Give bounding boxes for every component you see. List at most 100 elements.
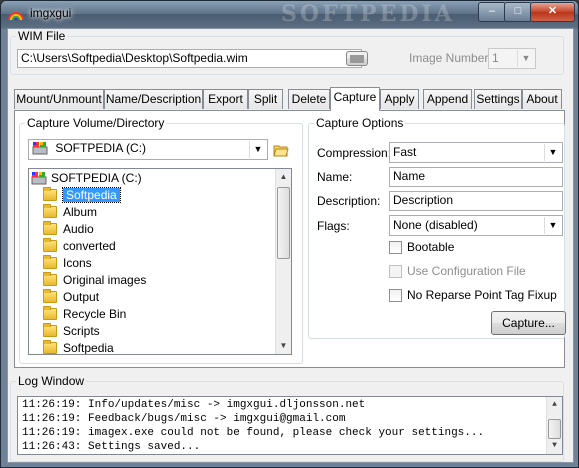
tab-export[interactable]: Export xyxy=(203,89,248,109)
folder-icon xyxy=(43,221,57,235)
flags-label: Flags: xyxy=(317,219,350,233)
drive-select[interactable]: SOFTPEDIA (C:) ▼ xyxy=(28,139,268,160)
drive-select-content: SOFTPEDIA (C:) xyxy=(32,141,146,155)
tree-folder-label: Audio xyxy=(63,222,94,236)
log-line: 11:26:19: Info/updates/misc -> imgxgui.d… xyxy=(22,399,366,411)
no-reparse-label[interactable]: No Reparse Point Tag Fixup xyxy=(407,288,557,302)
bootable-checkbox[interactable] xyxy=(389,241,402,254)
watermark: SOFTPEDIA xyxy=(281,1,455,27)
close-button[interactable]: ✕ xyxy=(530,2,575,22)
app-window: imgxgui SOFTPEDIA – □ ✕ WIM File C:\User… xyxy=(0,0,579,468)
folder-icon xyxy=(43,323,57,337)
description-field[interactable]: Description xyxy=(389,191,563,211)
maximize-button[interactable]: □ xyxy=(504,2,532,22)
description-label: Description: xyxy=(317,194,381,208)
browse-icon xyxy=(350,55,364,63)
tab-mount-unmount[interactable]: Mount/Unmount xyxy=(14,89,104,109)
tree-folder-item[interactable]: Original images xyxy=(43,272,146,289)
tab-capture[interactable]: Capture xyxy=(330,87,380,111)
scroll-thumb[interactable] xyxy=(277,187,290,259)
image-number-value: 1 xyxy=(492,51,499,65)
compression-select[interactable]: Fast ▼ xyxy=(389,142,563,163)
flags-value: None (disabled) xyxy=(393,218,478,232)
bootable-label[interactable]: Bootable xyxy=(407,240,454,254)
directory-tree[interactable]: SOFTPEDIA (C:) Softpedia Album Audio conver… xyxy=(28,168,292,355)
log-line: 11:26:19: imagex.exe could not be found,… xyxy=(22,427,485,439)
log-line: 11:26:19: Feedback/bugs/misc -> imgxgui@… xyxy=(22,413,346,425)
capture-tab-panel: Capture Volume/Directory SOFTPEDIA (C:) … xyxy=(14,110,566,368)
tree-folder-label: Recycle Bin xyxy=(63,307,127,321)
scroll-up-arrow-icon[interactable]: ▲ xyxy=(547,397,562,413)
scroll-thumb[interactable] xyxy=(548,419,561,439)
image-number-label: Image Number: xyxy=(409,51,492,65)
name-label: Name: xyxy=(317,170,353,184)
folder-icon xyxy=(43,255,57,269)
tree-folder-item[interactable]: converted xyxy=(43,238,116,255)
no-reparse-checkbox[interactable] xyxy=(389,289,402,302)
window-title: imgxgui xyxy=(30,6,72,20)
chevron-down-icon: ▼ xyxy=(544,217,561,234)
scroll-up-arrow-icon[interactable]: ▲ xyxy=(276,169,291,185)
tab-name-description[interactable]: Name/Description xyxy=(104,89,203,109)
image-number-select[interactable]: 1 ▼ xyxy=(488,48,536,69)
folder-icon xyxy=(43,306,57,320)
folder-icon xyxy=(43,238,57,252)
capture-button-label: Capture... xyxy=(502,316,555,330)
capture-button[interactable]: Capture... xyxy=(491,311,566,335)
scroll-down-arrow-icon[interactable]: ▼ xyxy=(547,438,562,454)
tab-append[interactable]: Append xyxy=(423,89,472,109)
tree-folder-item[interactable]: Output xyxy=(43,289,99,306)
minimize-button[interactable]: – xyxy=(478,2,506,22)
tab-delete[interactable]: Delete xyxy=(288,89,330,109)
tree-folder-item[interactable]: Softpedia xyxy=(43,340,114,355)
scroll-down-arrow-icon[interactable]: ▼ xyxy=(276,338,291,354)
tab-about[interactable]: About xyxy=(522,89,562,109)
log-scrollbar[interactable]: ▲ ▼ xyxy=(546,397,562,454)
drive-icon xyxy=(32,142,48,155)
tree-root-label: SOFTPEDIA (C:) xyxy=(51,171,142,185)
tree-folder-label: Album xyxy=(63,205,98,219)
client-area: WIM File C:\Users\Softpedia\Desktop\Soft… xyxy=(7,28,574,463)
use-config-label: Use Configuration File xyxy=(407,264,526,278)
tree-folder-label: Softpedia xyxy=(63,341,114,355)
tree-folder-item[interactable]: Recycle Bin xyxy=(43,306,126,323)
log-window-label: Log Window xyxy=(18,374,85,388)
tree-folder-item[interactable]: Icons xyxy=(43,255,92,272)
tab-settings[interactable]: Settings xyxy=(474,89,522,109)
tree-folder-item[interactable]: Scripts xyxy=(43,323,100,340)
folder-icon xyxy=(43,204,57,218)
tree-folder-label: Icons xyxy=(63,256,92,270)
tree-folder-label: Softpedia xyxy=(62,187,121,203)
tree-root[interactable]: SOFTPEDIA (C:) xyxy=(31,170,142,187)
wim-path-field[interactable]: C:\Users\Softpedia\Desktop\Softpedia.wim xyxy=(17,49,362,68)
capture-volume-label: Capture Volume/Directory xyxy=(27,116,165,130)
log-line: 11:26:43: Settings saved... xyxy=(22,441,201,453)
wim-file-label: WIM File xyxy=(18,29,66,43)
chevron-down-icon: ▼ xyxy=(544,144,561,161)
open-folder-icon[interactable] xyxy=(273,143,289,157)
compression-label: Compression: xyxy=(317,146,392,160)
tree-folder-label: converted xyxy=(63,239,116,253)
chevron-down-icon: ▼ xyxy=(517,50,534,67)
tree-folder-label: Output xyxy=(63,290,100,304)
browse-wim-button[interactable] xyxy=(346,51,368,66)
tree-folder-item[interactable]: Album xyxy=(43,204,97,221)
folder-icon xyxy=(43,340,57,354)
name-field[interactable]: Name xyxy=(389,167,563,187)
tree-folder-label: Original images xyxy=(63,273,147,287)
flags-select[interactable]: None (disabled) ▼ xyxy=(389,215,563,236)
capture-options-label: Capture Options xyxy=(316,116,404,130)
rainbow-app-icon xyxy=(8,12,24,21)
tree-folder-label: Scripts xyxy=(63,324,100,338)
folder-icon xyxy=(43,289,57,303)
title-bar[interactable]: imgxgui SOFTPEDIA – □ ✕ xyxy=(1,1,578,27)
chevron-down-icon: ▼ xyxy=(249,141,266,158)
tree-scrollbar[interactable]: ▲ ▼ xyxy=(275,169,291,354)
tab-apply[interactable]: Apply xyxy=(380,89,419,109)
log-output[interactable]: 11:26:19: Info/updates/misc -> imgxgui.d… xyxy=(17,396,563,455)
use-config-checkbox[interactable] xyxy=(389,265,402,278)
tree-folder-item[interactable]: Softpedia xyxy=(43,187,121,204)
tab-split[interactable]: Split xyxy=(248,89,283,109)
compression-value: Fast xyxy=(393,145,417,159)
tree-folder-item[interactable]: Audio xyxy=(43,221,94,238)
